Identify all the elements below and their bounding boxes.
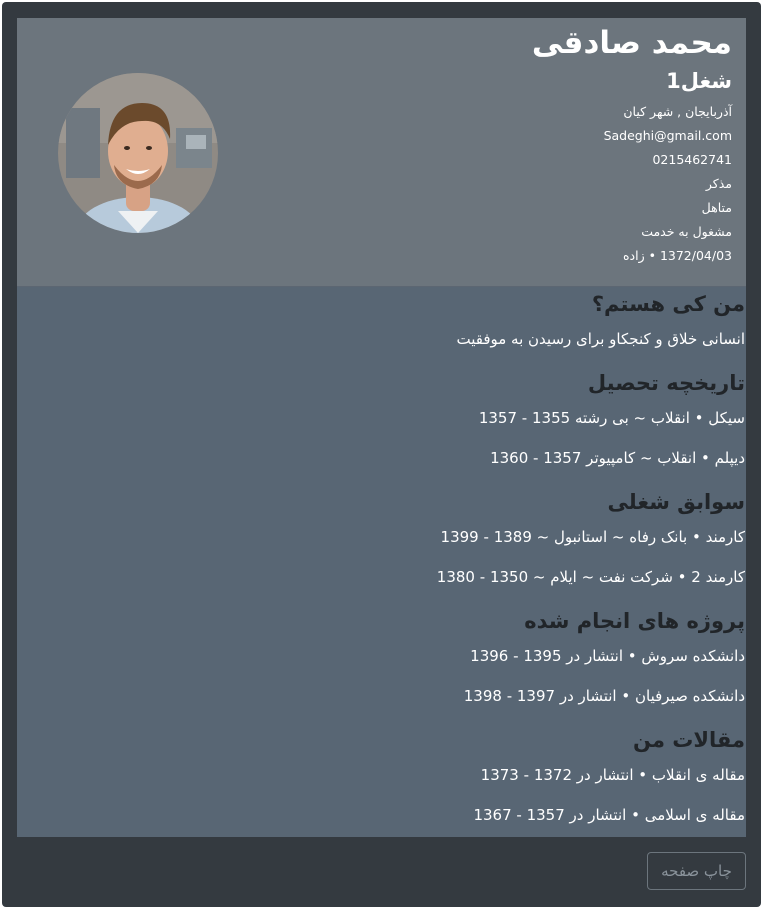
projects-title: پروژه های انجام شده: [524, 609, 745, 633]
education-item: سیکل • انقلاب ~ بی رشته 1355 - 1357: [478, 409, 745, 427]
about-text: انسانی خلاق و کنجکاو برای رسیدن به موفقی…: [456, 330, 745, 348]
project-item: دانشکده سروش • انتشار در 1395 - 1396: [470, 647, 745, 665]
resume-content: من کی هستم؟ انسانی خلاق و کنجکاو برای رس…: [17, 288, 746, 825]
avatar: [58, 73, 218, 233]
profile-email: Sadeghi@gmail.com: [603, 128, 732, 143]
profile-header: محمد صادقی شغل1 آذربایجان , شهر کیان Sad…: [17, 18, 746, 287]
jobs-title: سوابق شغلی: [607, 490, 745, 514]
articles-title: مقالات من: [633, 728, 745, 752]
resume-page: محمد صادقی شغل1 آذربایجان , شهر کیان Sad…: [17, 18, 746, 837]
about-title: من کی هستم؟: [591, 292, 745, 316]
job-item: کارمند 2 • شرکت نفت ~ ایلام ~ 1350 - 138…: [436, 568, 745, 586]
profile-name: محمد صادقی: [531, 25, 732, 61]
profile-job: شغل1: [666, 69, 732, 93]
profile-location: آذربایجان , شهر کیان: [623, 104, 732, 119]
profile-marital-status: متاهل: [701, 200, 732, 215]
profile-military-status: مشغول به خدمت: [641, 224, 732, 239]
profile-info: محمد صادقی شغل1 آذربایجان , شهر کیان Sad…: [532, 26, 732, 268]
profile-gender: مذکر: [705, 176, 732, 191]
avatar-photo: [58, 73, 218, 233]
profile-birth-date: 1372/04/03 • زاده: [623, 248, 732, 263]
article-item: مقاله ی اسلامی • انتشار در 1357 - 1367: [473, 806, 745, 824]
job-item: کارمند • بانک رفاه ~ استانبول ~ 1389 - 1…: [440, 528, 745, 546]
resume-window: محمد صادقی شغل1 آذربایجان , شهر کیان Sad…: [2, 2, 761, 907]
profile-phone: 0215462741: [652, 152, 732, 167]
project-item: دانشکده صیرفیان • انتشار در 1397 - 1398: [463, 687, 745, 705]
print-page-button[interactable]: چاپ صفحه: [647, 852, 746, 890]
education-title: تاریخچه تحصیل: [587, 371, 745, 395]
article-item: مقاله ی انقلاب • انتشار در 1372 - 1373: [480, 766, 745, 784]
education-item: دیپلم • انقلاب ~ کامپیوتر 1357 - 1360: [490, 449, 745, 467]
